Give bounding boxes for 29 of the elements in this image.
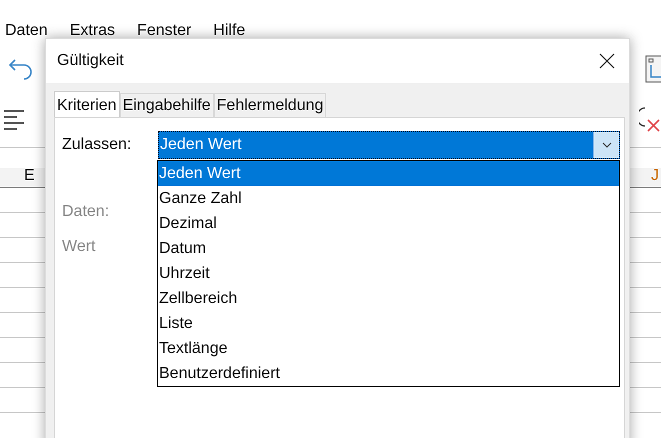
menu-item[interactable]: Hilfe (213, 22, 246, 40)
dropdown-option[interactable]: Benutzerdefiniert (158, 361, 619, 386)
tab[interactable]: Fehlermeldung (214, 93, 326, 117)
dropdown-option[interactable]: Datum (158, 236, 619, 261)
dropdown-option[interactable]: Zellbereich (158, 286, 619, 311)
menu-item[interactable]: Fenster (137, 22, 192, 40)
menu-item[interactable]: Daten (5, 22, 48, 40)
window-icon[interactable] (645, 55, 661, 83)
close-icon[interactable] (599, 53, 615, 69)
menu-item[interactable]: Extras (70, 22, 116, 40)
field-label: Wert (62, 238, 96, 256)
dropdown-option[interactable]: Uhrzeit (158, 261, 619, 286)
field-label: Zulassen: (62, 136, 132, 154)
tab[interactable]: Kriterien (54, 91, 120, 117)
delete-icon[interactable] (639, 106, 661, 132)
tab[interactable]: Eingabehilfe (120, 93, 214, 117)
field-label: Daten: (62, 203, 110, 221)
column-header: E (24, 167, 35, 185)
chevron-down-icon (602, 142, 612, 148)
dropdown-option[interactable]: Ganze Zahl (158, 186, 619, 211)
window-title: Gültigkeit (57, 52, 124, 70)
dropdown-option[interactable]: Dezimal (158, 211, 619, 236)
align-left-icon[interactable] (3, 108, 27, 130)
dropdown-option[interactable]: Textlänge (158, 336, 619, 361)
column-header: J (651, 167, 659, 185)
dropdown-option[interactable]: Jeden Wert (158, 161, 619, 186)
undo-icon[interactable] (6, 57, 34, 81)
allow-dropdown[interactable]: Jeden Wert (158, 131, 620, 159)
dropdown-option[interactable]: Liste (158, 311, 619, 336)
